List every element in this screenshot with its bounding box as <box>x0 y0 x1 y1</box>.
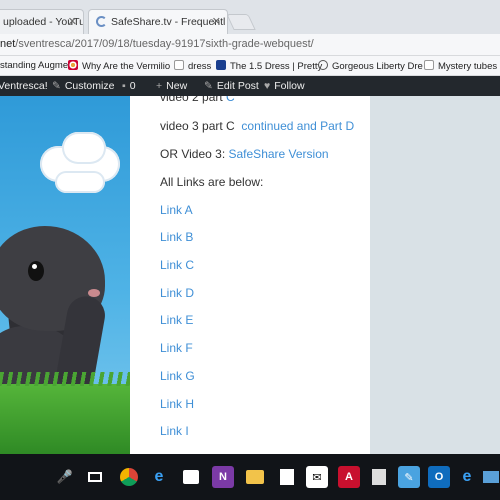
header-illustration <box>0 96 130 454</box>
link-c[interactable]: Link C <box>160 258 194 272</box>
plus-icon: + <box>156 80 163 92</box>
link-e[interactable]: Link E <box>160 313 193 327</box>
bookmark-item[interactable]: dress <box>174 60 211 72</box>
sticky-notes-icon[interactable]: ✎ <box>398 466 420 488</box>
target-icon <box>68 60 78 70</box>
wp-admin-bar: Ventresca! ✎ Customize ▪ 0 + New ✎ Edit Post… <box>0 76 500 96</box>
safeshare-version-link[interactable]: SafeShare Version <box>229 147 329 161</box>
url-text[interactable]: net/sventresca/2017/09/18/tuesday-91917s… <box>0 38 314 50</box>
loading-icon <box>96 16 107 27</box>
new-tab-button[interactable] <box>226 14 256 30</box>
cloud <box>55 171 105 193</box>
link-f[interactable]: Link F <box>160 341 193 355</box>
link-b[interactable]: Link B <box>160 230 193 244</box>
close-icon[interactable]: ✕ <box>212 15 221 28</box>
store-icon[interactable] <box>180 466 202 488</box>
content-line: video 2 part C <box>160 96 235 104</box>
video2-partc-link[interactable]: C <box>226 96 235 104</box>
tab-safeshare[interactable]: SafeShare.tv - Frequentl ✕ <box>88 9 228 34</box>
address-bar[interactable]: net/sventresca/2017/09/18/tuesday-91917s… <box>0 34 500 56</box>
chrome-icon[interactable] <box>118 466 140 488</box>
brush-icon: ✎ <box>52 80 61 92</box>
edge-icon[interactable]: e <box>148 466 170 488</box>
tab-youtube[interactable]: uploaded - YouTu ✕ <box>0 9 84 34</box>
link-h[interactable]: Link H <box>160 397 194 411</box>
windows-taskbar: 🎤 e N ✉ A ✎ O e <box>0 454 500 500</box>
url-host: net <box>0 38 16 50</box>
continued-part-d-link[interactable]: continued and Part D <box>241 119 354 133</box>
outlook-icon[interactable]: O <box>428 466 450 488</box>
bookmark-item[interactable]: Gorgeous Liberty Dre <box>318 60 423 72</box>
comment-icon: ▪ <box>122 80 126 92</box>
ie-icon[interactable]: e <box>456 466 478 488</box>
site-name-link[interactable]: Ventresca! <box>0 80 48 92</box>
bunny-eye <box>28 261 44 281</box>
grass <box>0 372 130 454</box>
bookmark-item[interactable]: Why Are the Vermilio <box>68 60 170 72</box>
file-explorer-icon[interactable] <box>244 466 266 488</box>
task-view-icon[interactable] <box>84 466 106 488</box>
follow-link[interactable]: ♥ Follow <box>264 80 305 92</box>
link-a[interactable]: Link A <box>160 203 193 217</box>
cloud <box>62 132 106 164</box>
comments-link[interactable]: ▪ 0 <box>122 80 136 92</box>
pencil-icon: ✎ <box>204 80 213 92</box>
content-line: OR Video 3: SafeShare Version <box>160 147 329 161</box>
paypal-icon <box>216 60 226 70</box>
mail-icon[interactable]: ✉ <box>306 466 328 488</box>
link-d[interactable]: Link D <box>160 286 194 300</box>
link-g[interactable]: Link G <box>160 369 195 383</box>
bookmark-item[interactable]: standing Augme <box>0 60 68 71</box>
page-area: video 2 part C video 3 part C continued … <box>0 96 500 454</box>
calculator-icon[interactable] <box>368 466 390 488</box>
content-line: All Links are below: <box>160 175 264 189</box>
tab-strip: uploaded - YouTu ✕ SafeShare.tv - Freque… <box>0 0 500 34</box>
customize-link[interactable]: ✎ Customize <box>52 80 114 92</box>
notes-icon[interactable] <box>276 466 298 488</box>
bunny-nose <box>88 289 100 297</box>
onenote-icon[interactable]: N <box>212 466 234 488</box>
post-content: video 2 part C video 3 part C continued … <box>130 96 370 454</box>
heart-icon: ♥ <box>264 80 271 92</box>
acrobat-icon[interactable]: A <box>338 466 360 488</box>
file-icon <box>174 60 184 70</box>
pinterest-icon <box>318 60 328 70</box>
bookmark-item[interactable]: Mystery tubes les <box>424 60 500 72</box>
close-icon[interactable]: ✕ <box>68 15 77 28</box>
bookmark-item[interactable]: The 1.5 Dress | Pretty <box>216 60 322 72</box>
content-line: video 3 part C continued and Part D <box>160 119 355 133</box>
microphone-icon[interactable]: 🎤 <box>54 466 76 488</box>
url-path: /sventresca/2017/09/18/tuesday-91917sixt… <box>15 38 314 50</box>
photos-icon[interactable] <box>480 466 500 488</box>
file-icon <box>424 60 434 70</box>
edit-post-link[interactable]: ✎ Edit Post <box>204 80 259 92</box>
new-link[interactable]: + New <box>156 80 187 92</box>
tab-label: SafeShare.tv - Frequentl <box>111 16 226 28</box>
link-i[interactable]: Link I <box>160 424 189 438</box>
bookmarks-bar: standing Augme Why Are the Vermilio dres… <box>0 56 500 76</box>
